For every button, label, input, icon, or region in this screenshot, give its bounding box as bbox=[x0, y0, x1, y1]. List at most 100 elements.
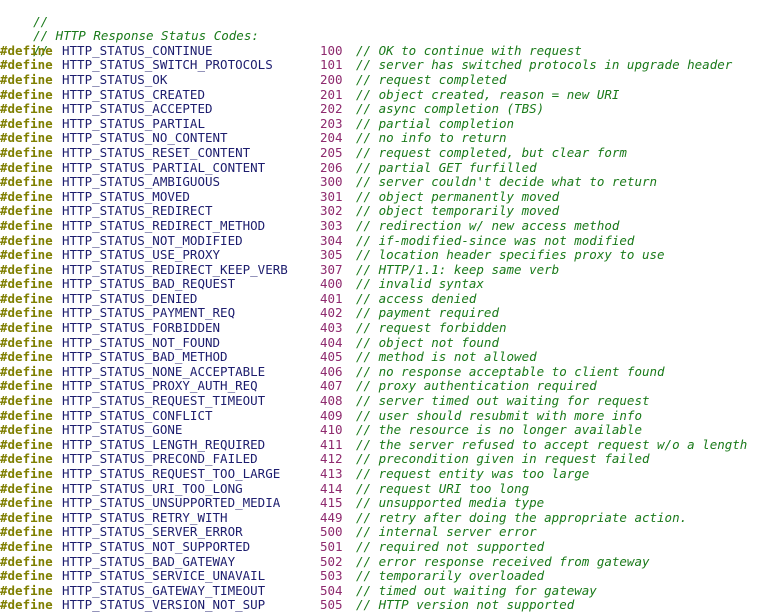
define-identifier: HTTP_STATUS_USE_PROXY bbox=[62, 247, 221, 263]
define-identifier: HTTP_STATUS_BAD_GATEWAY bbox=[62, 553, 236, 569]
define-comment: // unsupported media type bbox=[356, 495, 545, 511]
define-value: 304 bbox=[320, 232, 343, 248]
define-value: 406 bbox=[320, 363, 343, 379]
define-comment: // access denied bbox=[356, 290, 477, 306]
define-comment: // timed out waiting for gateway bbox=[356, 582, 597, 598]
define-comment: // retry after doing the appropriate act… bbox=[356, 509, 688, 525]
define-value: 414 bbox=[320, 480, 343, 496]
define-comment: // invalid syntax bbox=[356, 276, 484, 292]
define-line: #define HTTP_STATUS_SWITCH_PROTOCOLS 101 //… bbox=[0, 58, 777, 73]
define-line: #define HTTP_STATUS_OK 200 // request compl… bbox=[0, 71, 777, 88]
define-identifier: HTTP_STATUS_VERSION_NOT_SUP bbox=[62, 597, 266, 613]
define-identifier: HTTP_STATUS_PRECOND_FAILED bbox=[62, 451, 258, 467]
define-identifier: HTTP_STATUS_RETRY_WITH bbox=[62, 509, 228, 525]
define-directive: #define bbox=[0, 232, 53, 248]
define-line: #define HTTP_STATUS_AMBIGUOUS 300 // server… bbox=[0, 175, 777, 190]
define-line: #define HTTP_STATUS_GONE 410 // the resourc… bbox=[0, 423, 777, 438]
source-code-view[interactable]: // // HTTP Response Status Codes: // #de… bbox=[0, 0, 777, 612]
define-line: #define HTTP_STATUS_BAD_REQUEST 400 // inva… bbox=[0, 277, 777, 292]
define-identifier: HTTP_STATUS_PARTIAL bbox=[62, 115, 205, 131]
define-comment: // user should resubmit with more info bbox=[356, 407, 642, 423]
define-line: #define HTTP_STATUS_NOT_FOUND 404 // object… bbox=[0, 334, 777, 351]
define-comment: // HTTP/1.1: keep same verb bbox=[356, 261, 560, 277]
define-directive: #define bbox=[0, 436, 53, 452]
define-value: 100 bbox=[320, 42, 343, 58]
define-value: 205 bbox=[320, 144, 343, 160]
define-identifier: HTTP_STATUS_NO_CONTENT bbox=[62, 130, 228, 146]
define-directive: #define bbox=[0, 378, 53, 394]
define-identifier: HTTP_STATUS_OK bbox=[62, 71, 168, 87]
define-line: #define HTTP_STATUS_CREATED 201 // object c… bbox=[0, 86, 777, 103]
define-directive: #define bbox=[0, 524, 53, 540]
define-value: 301 bbox=[320, 188, 343, 204]
define-value: 404 bbox=[320, 334, 343, 350]
define-comment: // proxy authentication required bbox=[356, 378, 597, 394]
define-directive: #define bbox=[0, 451, 53, 467]
define-directive: #define bbox=[0, 130, 53, 146]
define-value: 204 bbox=[320, 130, 343, 146]
define-identifier: HTTP_STATUS_REDIRECT bbox=[62, 203, 213, 219]
define-line: #define HTTP_STATUS_SERVER_ERROR 500 // int… bbox=[0, 525, 777, 540]
define-line: #define HTTP_STATUS_NONE_ACCEPTABLE 406 // … bbox=[0, 363, 777, 380]
define-directive: #define bbox=[0, 144, 53, 160]
define-directive: #define bbox=[0, 393, 53, 409]
define-comment: // the resource is no longer available bbox=[356, 422, 642, 438]
define-directive: #define bbox=[0, 217, 53, 233]
define-identifier: HTTP_STATUS_AMBIGUOUS bbox=[62, 174, 221, 190]
define-directive: #define bbox=[0, 203, 53, 219]
define-value: 305 bbox=[320, 247, 343, 263]
define-directive: #define bbox=[0, 101, 53, 117]
define-line: #define HTTP_STATUS_FORBIDDEN 403 // reques… bbox=[0, 320, 777, 336]
comment-text: // bbox=[33, 13, 49, 29]
define-directive: #define bbox=[0, 57, 53, 73]
define-line: #define HTTP_STATUS_UNSUPPORTED_MEDIA 415 /… bbox=[0, 496, 777, 511]
define-line: #define HTTP_STATUS_PARTIAL 203 // partial … bbox=[0, 115, 777, 132]
define-identifier: HTTP_STATUS_GATEWAY_TIMEOUT bbox=[62, 582, 266, 598]
define-directive: #define bbox=[0, 188, 53, 204]
define-identifier: HTTP_STATUS_PARTIAL_CONTENT bbox=[62, 159, 266, 175]
define-directive: #define bbox=[0, 71, 53, 87]
define-line: #define HTTP_STATUS_URI_TOO_LONG 414 // req… bbox=[0, 480, 777, 497]
define-identifier: HTTP_STATUS_BAD_REQUEST bbox=[62, 276, 236, 292]
define-value: 302 bbox=[320, 203, 343, 219]
define-line: #define HTTP_STATUS_DENIED 401 // access de… bbox=[0, 290, 777, 307]
define-value: 405 bbox=[320, 349, 343, 365]
define-value: 202 bbox=[320, 101, 343, 117]
define-identifier: HTTP_STATUS_REDIRECT_KEEP_VERB bbox=[62, 261, 288, 277]
define-value: 409 bbox=[320, 407, 343, 423]
define-comment: // the server refused to accept request … bbox=[356, 436, 748, 452]
define-comment: // request forbidden bbox=[356, 320, 507, 336]
define-value: 503 bbox=[320, 568, 343, 584]
define-comment: // if-modified-since was not modified bbox=[356, 232, 635, 248]
define-line: #define HTTP_STATUS_PRECOND_FAILED 412 // p… bbox=[0, 452, 777, 467]
define-line: #define HTTP_STATUS_PROXY_AUTH_REQ 407 // p… bbox=[0, 379, 777, 394]
define-comment: // method is not allowed bbox=[356, 349, 537, 365]
define-value: 413 bbox=[320, 466, 343, 481]
define-value: 502 bbox=[320, 553, 343, 569]
define-line: #define HTTP_STATUS_SERVICE_UNAVAIL 503 // … bbox=[0, 569, 777, 584]
define-comment: // object temporarily moved bbox=[356, 203, 560, 219]
define-identifier: HTTP_STATUS_CONTINUE bbox=[62, 42, 213, 58]
comment-line: // bbox=[0, 0, 777, 29]
define-comment: // request completed bbox=[356, 71, 507, 87]
define-identifier: HTTP_STATUS_DENIED bbox=[62, 290, 198, 306]
define-identifier: HTTP_STATUS_CREATED bbox=[62, 86, 205, 102]
define-line: #define HTTP_STATUS_VERSION_NOT_SUP 505 // … bbox=[0, 598, 777, 613]
define-identifier: HTTP_STATUS_RESET_CONTENT bbox=[62, 144, 251, 160]
define-value: 501 bbox=[320, 538, 343, 554]
define-identifier: HTTP_STATUS_PAYMENT_REQ bbox=[62, 305, 236, 321]
define-value: 411 bbox=[320, 436, 343, 452]
define-directive: #define bbox=[0, 42, 53, 58]
define-line: #define HTTP_STATUS_RETRY_WITH 449 // retry… bbox=[0, 509, 777, 526]
define-comment: // partial completion bbox=[356, 115, 515, 131]
define-directive: #define bbox=[0, 597, 53, 613]
define-directive: #define bbox=[0, 320, 53, 336]
define-line: #define HTTP_STATUS_USE_PROXY 305 // locati… bbox=[0, 247, 777, 263]
define-value: 500 bbox=[320, 524, 343, 540]
define-line: #define HTTP_STATUS_PARTIAL_CONTENT 206 // … bbox=[0, 159, 777, 176]
define-directive: #define bbox=[0, 553, 53, 569]
define-value: 203 bbox=[320, 115, 343, 131]
define-value: 505 bbox=[320, 597, 343, 613]
define-identifier: HTTP_STATUS_UNSUPPORTED_MEDIA bbox=[62, 495, 281, 511]
define-line: #define HTTP_STATUS_REDIRECT_METHOD 303 // … bbox=[0, 217, 777, 234]
